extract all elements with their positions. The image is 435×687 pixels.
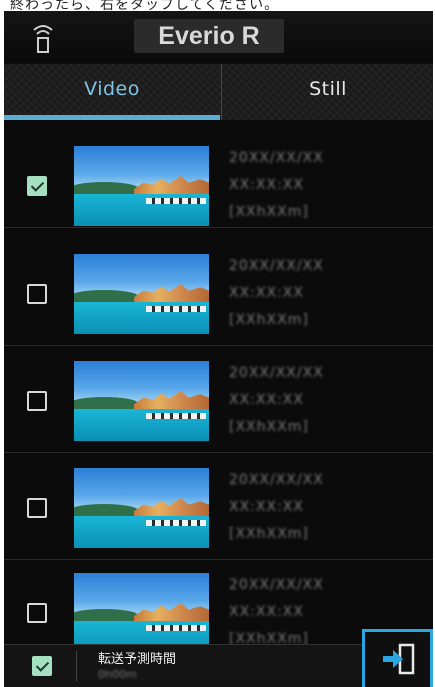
item-time: XX:XX:XX (229, 499, 304, 515)
item-checkbox[interactable] (27, 284, 47, 304)
tab-video[interactable]: Video (4, 64, 220, 120)
item-metadata: 20XX/XX/XX XX:XX:XX [XXhXXm] (229, 360, 349, 441)
item-time: XX:XX:XX (229, 604, 304, 620)
list-item[interactable]: 20XX/XX/XX XX:XX:XX [XXhXXm] (4, 346, 433, 453)
item-date: 20XX/XX/XX (229, 150, 324, 166)
item-checkbox[interactable] (27, 603, 47, 623)
item-date: 20XX/XX/XX (229, 577, 324, 593)
item-time: XX:XX:XX (229, 392, 304, 408)
item-metadata: 20XX/XX/XX XX:XX:XX [XXhXXm] (229, 467, 349, 548)
item-checkbox[interactable] (27, 498, 47, 518)
item-time: XX:XX:XX (229, 285, 304, 301)
item-metadata: 20XX/XX/XX XX:XX:XX [XXhXXm] (229, 253, 349, 334)
tab-still[interactable]: Still (221, 64, 433, 120)
video-list: 20XX/XX/XX XX:XX:XX [XXhXXm] 20XX/XX/XX … (4, 121, 433, 645)
item-duration: [XXhXXm] (229, 204, 309, 220)
tab-video-label: Video (84, 78, 140, 100)
video-thumbnail[interactable] (74, 146, 209, 226)
video-thumbnail[interactable] (74, 573, 209, 645)
video-thumbnail[interactable] (74, 254, 209, 334)
tab-bar: Video Still (4, 64, 433, 120)
transfer-icon (383, 643, 415, 675)
item-time: XX:XX:XX (229, 177, 304, 193)
tab-still-label: Still (309, 78, 347, 100)
video-thumbnail[interactable] (74, 361, 209, 441)
item-metadata: 20XX/XX/XX XX:XX:XX [XXhXXm] (229, 572, 349, 645)
item-checkbox[interactable] (27, 391, 47, 411)
item-duration: [XXhXXm] (229, 312, 309, 328)
bottom-bar: 転送予測時間 0h00m (4, 629, 433, 687)
eta-label: 転送予測時間 (98, 652, 177, 667)
item-duration: [XXhXXm] (229, 631, 309, 645)
item-checkbox[interactable] (27, 176, 47, 196)
tab-selected-indicator (4, 115, 220, 120)
item-metadata: 20XX/XX/XX XX:XX:XX [XXhXXm] (229, 145, 349, 226)
app-screen: Everio R Video Still 20XX/XX/XX XX:XX:XX… (4, 11, 433, 687)
item-date: 20XX/XX/XX (229, 365, 324, 381)
item-duration: [XXhXXm] (229, 526, 309, 542)
item-date: 20XX/XX/XX (229, 472, 324, 488)
divider (76, 651, 77, 681)
instruction-caption: 終わったら、右をタップしてください。 (10, 0, 280, 10)
wifi-icon (32, 21, 54, 53)
transfer-button[interactable] (362, 629, 433, 687)
title-bar: Everio R (4, 11, 433, 61)
item-date: 20XX/XX/XX (229, 258, 324, 274)
item-duration: [XXhXXm] (229, 419, 309, 435)
list-item[interactable]: 20XX/XX/XX XX:XX:XX [XXhXXm] (4, 121, 433, 228)
list-item[interactable]: 20XX/XX/XX XX:XX:XX [XXhXXm] (4, 453, 433, 560)
eta-value: 0h00m (98, 668, 137, 681)
video-thumbnail[interactable] (74, 468, 209, 548)
app-title: Everio R (134, 19, 284, 53)
select-all-checkbox[interactable] (32, 656, 52, 676)
list-item[interactable]: 20XX/XX/XX XX:XX:XX [XXhXXm] (4, 239, 433, 346)
